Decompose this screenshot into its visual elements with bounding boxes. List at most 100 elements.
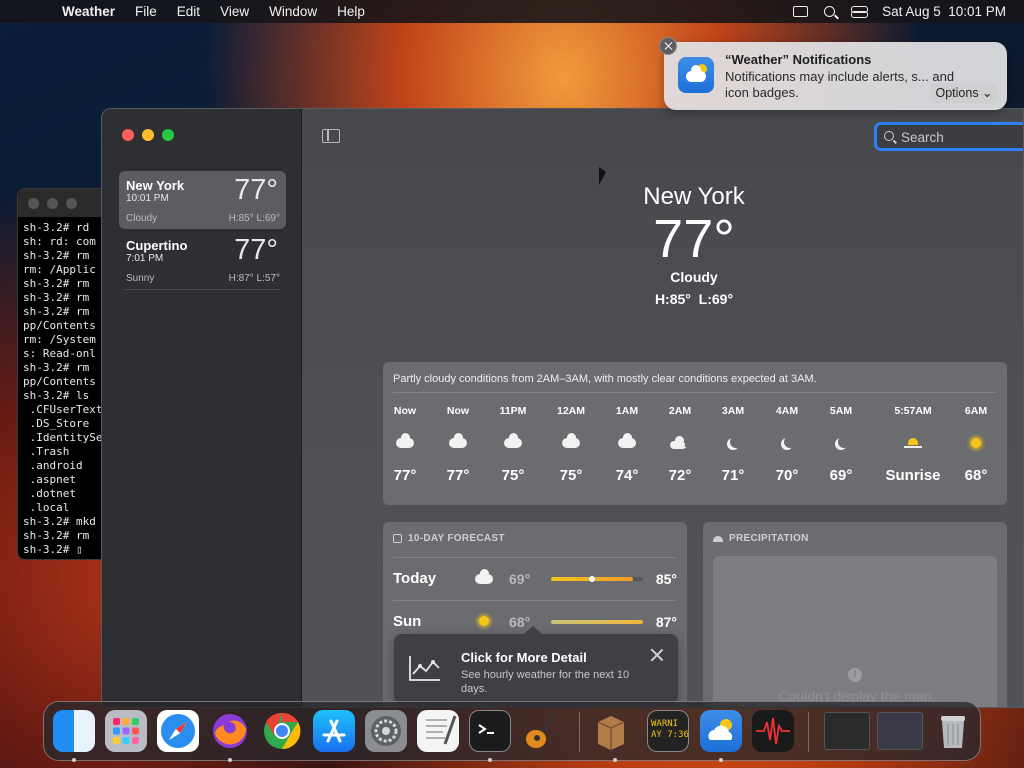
- trash-icon[interactable]: [932, 710, 974, 752]
- mouse-cursor-icon: [599, 167, 606, 185]
- hourly-item: 6AM 68°: [951, 405, 1001, 484]
- stage-manager-icon[interactable]: [793, 6, 809, 17]
- hourly-item: 2AM 72°: [655, 405, 705, 484]
- terminal-minimize-button[interactable]: [47, 197, 58, 209]
- window-thumbnail-icon[interactable]: [824, 712, 870, 750]
- moon-icon: [708, 423, 758, 463]
- menu-clock[interactable]: Sat Aug 5 10:01 PM: [882, 4, 1006, 19]
- notification-banner[interactable]: “Weather” Notifications Notifications ma…: [664, 42, 1007, 110]
- hourly-hour: 12AM: [556, 405, 585, 417]
- weather-main: New York 77° Cloudy H:85° L:69° Partly c…: [302, 109, 1023, 707]
- console-icon[interactable]: WARNI AY 7:36: [647, 710, 689, 752]
- hourly-temp: 71°: [721, 467, 745, 484]
- window-minimize-button[interactable]: [142, 129, 154, 141]
- firefox-icon[interactable]: [209, 710, 251, 752]
- hourly-item: 3AM 71°: [708, 405, 758, 484]
- chrome-icon[interactable]: [261, 710, 303, 752]
- forecast-row[interactable]: Today 69° 85°: [393, 557, 677, 597]
- forecast-high: 85°: [655, 571, 677, 587]
- current-temp: 77°: [653, 209, 735, 269]
- textedit-icon[interactable]: [417, 710, 459, 752]
- notification-title: “Weather” Notifications: [725, 52, 872, 67]
- moon-icon: [762, 423, 812, 463]
- notification-options-button[interactable]: Options ⌄: [931, 83, 997, 103]
- hourly-temp: 75°: [501, 467, 525, 484]
- window-zoom-button[interactable]: [162, 129, 174, 141]
- popover-description: See hourly weather for the next 10 days.: [461, 669, 630, 695]
- hourly-temp: 70°: [775, 467, 799, 484]
- moon-icon: [816, 423, 866, 463]
- notification-body: Notifications may include alerts, s... a…: [725, 69, 955, 100]
- menu-help[interactable]: Help: [327, 4, 375, 19]
- spotlight-search-icon[interactable]: [824, 6, 836, 17]
- menu-file[interactable]: File: [125, 4, 167, 19]
- chart-line-icon: [409, 656, 440, 681]
- garageband-icon[interactable]: [521, 710, 563, 752]
- menu-window[interactable]: Window: [259, 4, 327, 19]
- audio-app-icon[interactable]: [752, 710, 794, 752]
- precipitation-card[interactable]: PRECIPITATION ! Couldn't display the map: [703, 522, 1007, 707]
- cloud-icon: [433, 423, 483, 463]
- close-icon[interactable]: [650, 648, 664, 662]
- location-temp: 77°: [234, 234, 278, 266]
- hourly-temp: 75°: [559, 467, 583, 484]
- location-time: 7:01 PM: [126, 253, 164, 264]
- sun-icon: [951, 423, 1001, 463]
- current-city: New York: [643, 183, 745, 210]
- popover-title: Click for More Detail: [461, 650, 587, 665]
- forecast-high: 87°: [655, 614, 677, 630]
- menu-view[interactable]: View: [210, 4, 259, 19]
- calendar-icon: [393, 534, 402, 543]
- console-icon-text: WARNI AY 7:36: [651, 719, 689, 740]
- forecast-title-text: 10-DAY FORECAST: [408, 533, 505, 544]
- weather-icon[interactable]: [700, 710, 742, 752]
- menu-app-name[interactable]: Weather: [52, 4, 125, 19]
- forecast-day: Today: [393, 570, 437, 587]
- menu-edit[interactable]: Edit: [167, 4, 210, 19]
- cloud-icon: [475, 569, 493, 584]
- terminal-icon[interactable]: [469, 710, 511, 752]
- hourly-temp: 68°: [964, 467, 988, 484]
- safari-icon[interactable]: [157, 710, 199, 752]
- current-condition: Cloudy: [670, 269, 718, 285]
- hourly-item: 5:57AM Sunrise: [883, 405, 943, 484]
- hourly-hour: 5AM: [829, 405, 853, 417]
- forecast-title: 10-DAY FORECAST: [393, 533, 505, 544]
- hourly-hour: 2AM: [668, 405, 692, 417]
- search-input[interactable]: [901, 127, 1021, 147]
- window-close-button[interactable]: [122, 129, 134, 141]
- launchpad-icon[interactable]: [105, 710, 147, 752]
- location-item-new-york[interactable]: New York 10:01 PM 77° Cloudy H:85° L:69°: [119, 171, 286, 229]
- window-thumbnail-icon[interactable]: [877, 712, 923, 750]
- precipitation-title: PRECIPITATION: [713, 533, 809, 544]
- hourly-temp: 77°: [446, 467, 470, 484]
- sidebar-toggle-icon[interactable]: [322, 129, 340, 143]
- location-temp: 77°: [234, 174, 278, 206]
- precipitation-map[interactable]: ! Couldn't display the map: [713, 556, 997, 707]
- hourly-forecast-card[interactable]: Partly cloudy conditions from 2AM–3AM, w…: [383, 362, 1007, 505]
- hourly-temp: 77°: [393, 467, 417, 484]
- cloud-icon: [602, 423, 652, 463]
- app-store-icon[interactable]: [313, 710, 355, 752]
- finder-icon[interactable]: [53, 710, 95, 752]
- more-detail-popover[interactable]: Click for More Detail See hourly weather…: [394, 626, 678, 704]
- ten-day-forecast-card[interactable]: 10-DAY FORECAST Today 69° 85° Sun 68° 87…: [383, 522, 687, 707]
- terminal-close-button[interactable]: [28, 197, 39, 209]
- sunrise-icon: [883, 423, 943, 463]
- system-settings-icon[interactable]: [365, 710, 407, 752]
- location-item-cupertino[interactable]: Cupertino 7:01 PM 77° Sunny H:87° L:57°: [119, 231, 286, 289]
- archive-utility-icon[interactable]: [590, 710, 632, 752]
- terminal-zoom-button[interactable]: [66, 197, 77, 209]
- cloud-icon: [546, 423, 596, 463]
- sun-icon: [479, 616, 489, 626]
- forecast-day: Sun: [393, 613, 422, 630]
- search-field[interactable]: [874, 122, 1023, 151]
- menu-bar: Weather File Edit View Window Help Sat A…: [0, 0, 1024, 23]
- location-hilo: H:87° L:57°: [228, 273, 280, 284]
- notification-close-icon[interactable]: [659, 37, 677, 55]
- weather-app-icon: [678, 57, 714, 93]
- dock: WARNI AY 7:36: [43, 701, 981, 762]
- hourly-item: 1AM 74°: [602, 405, 652, 484]
- control-center-icon[interactable]: [851, 5, 869, 18]
- current-hilo: H:85° L:69°: [654, 291, 734, 307]
